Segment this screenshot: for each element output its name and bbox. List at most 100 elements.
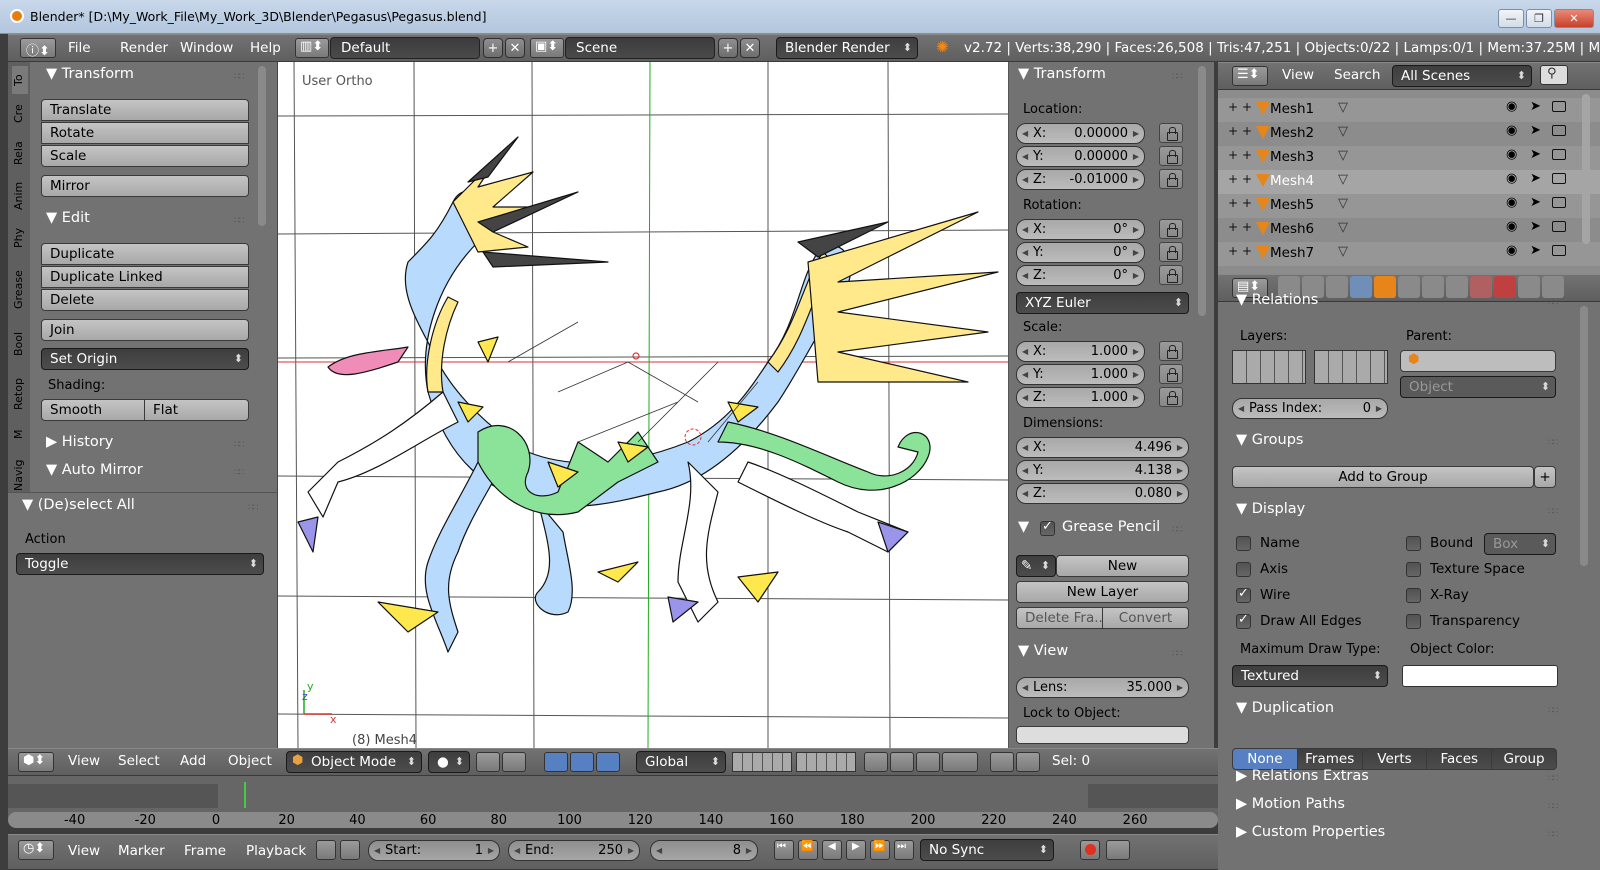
expand-icon[interactable]: + [1228,100,1238,114]
outliner-item-name[interactable]: Mesh6 [1270,221,1314,237]
duplication-option-faces[interactable]: Faces [1426,748,1493,770]
lock-rotation-y-icon[interactable] [1159,242,1183,262]
expand-icon[interactable]: + [1242,124,1252,138]
duplication-option-none[interactable]: None [1232,748,1298,770]
tab-tools[interactable]: To [12,66,28,94]
physics-tab-icon[interactable] [1542,276,1564,298]
menu-file[interactable]: File [68,35,91,61]
tab-animation[interactable]: Anim [12,176,28,216]
timeline-menu-marker[interactable]: Marker [118,838,165,866]
display-header[interactable]: ▼ Display [1236,501,1305,517]
rotation-mode-dropdown[interactable]: XYZ Euler [1016,292,1189,314]
mesh-data-icon[interactable]: ▽ [1338,220,1348,235]
outliner-row[interactable]: + + Mesh4 ▽ ◉ ➤ [1228,170,1570,194]
lock-scale-y-icon[interactable] [1159,364,1183,384]
flat-button[interactable]: Flat [144,399,249,421]
tab-grease-pencil[interactable]: Grease [12,262,28,318]
duplication-option-group[interactable]: Group [1491,748,1557,770]
menu-object[interactable]: Object [228,748,272,776]
render-engine-dropdown[interactable]: Blender Render [776,37,918,59]
mesh-data-icon[interactable]: ▽ [1338,100,1348,115]
x-ray-checkbox[interactable] [1406,588,1421,603]
remove-scene-button[interactable]: ✕ [740,38,760,58]
viewport-canvas[interactable] [278,62,1008,748]
selectable-cursor-icon[interactable]: ➤ [1530,171,1541,186]
texture-tab-icon[interactable] [1494,276,1516,298]
menu-add[interactable]: Add [180,748,206,776]
selectable-cursor-icon[interactable]: ➤ [1530,147,1541,162]
properties-scrollbar[interactable] [1580,306,1588,566]
toolshelf-scrollbar[interactable] [258,66,266,226]
location-z-field[interactable]: ◀ Z: -0.01000 ▶ [1016,169,1145,190]
smooth-button[interactable]: Smooth [41,399,145,421]
orientation-dropdown[interactable]: Global [636,751,726,773]
history-section-header[interactable]: ▶ History [46,434,113,450]
object-layers-grid-1[interactable] [1232,350,1306,384]
menu-view[interactable]: View [68,748,100,776]
npanel-scrollbar[interactable] [1198,66,1206,316]
selectable-cursor-icon[interactable]: ➤ [1530,219,1541,234]
npanel-transform-header[interactable]: ▼ Transform [1018,66,1106,82]
expand-icon[interactable]: + [1228,196,1238,210]
object-layers-grid-2[interactable] [1314,350,1388,384]
mode-dropdown[interactable]: Object Mode [286,751,422,773]
opengl-render-icon[interactable] [1016,752,1040,772]
renderable-camera-icon[interactable] [1552,149,1566,160]
current-frame-marker[interactable] [244,782,246,808]
operator-section-header[interactable]: ▼ (De)select All [22,497,135,513]
scale-y-field[interactable]: ◀ Y: 1.000 ▶ [1016,364,1145,385]
sync-dropdown[interactable]: No Sync [920,839,1054,861]
motion-paths-header[interactable]: ▶ Motion Paths [1236,796,1345,812]
expand-icon[interactable]: + [1228,148,1238,162]
lock-camera-icon[interactable] [864,752,888,772]
expand-icon[interactable]: + [1242,196,1252,210]
menu-help[interactable]: Help [250,35,281,61]
dimensions-y-field[interactable]: ◀ Y: 4.138 ▶ [1016,460,1189,481]
mesh-data-icon[interactable]: ▽ [1338,148,1348,163]
outliner-item-name[interactable]: Mesh1 [1270,101,1314,117]
layout-icon[interactable]: ▥⬍ [295,38,329,58]
panel-grip-icon[interactable]: ∷∷ [234,216,245,226]
timeline-menu-playback[interactable]: Playback [246,838,306,866]
menu-window[interactable]: Window [180,35,233,61]
duplicate-linked-button[interactable]: Duplicate Linked [41,266,249,288]
constraints-tab-icon[interactable] [1398,276,1420,298]
mesh-data-icon[interactable]: ▽ [1338,244,1348,259]
panel-grip-icon[interactable]: ∷∷ [1548,830,1559,840]
pass-index-field[interactable]: ◀ Pass Index: 0 ▶ [1232,398,1388,419]
jump-start-icon[interactable]: ⏮ [774,840,794,860]
rotation-z-field[interactable]: ◀ Z: 0° ▶ [1016,265,1145,286]
tab-retopo[interactable]: Retop [12,370,28,418]
jump-keyframe-forward-icon[interactable]: ⏩ [870,840,890,860]
relations-extras-header[interactable]: ▶ Relations Extras [1236,768,1369,784]
dimensions-z-field[interactable]: ◀ Z: 0.080 ▶ [1016,483,1189,504]
layers-grid-1[interactable] [732,752,792,772]
menu-select[interactable]: Select [118,748,160,776]
timeline-menu-frame[interactable]: Frame [184,838,226,866]
scene-tab-icon[interactable] [1326,276,1348,298]
play-reverse-icon[interactable]: ◀ [822,840,842,860]
jump-end-icon[interactable]: ⏭ [894,840,914,860]
lock-location-x-icon[interactable] [1159,123,1183,143]
expand-icon[interactable]: + [1242,100,1252,114]
expand-icon[interactable]: + [1228,124,1238,138]
outliner-scrollbar[interactable] [1582,94,1590,244]
rotation-x-field[interactable]: ◀ X: 0° ▶ [1016,219,1145,240]
rotation-y-field[interactable]: ◀ Y: 0° ▶ [1016,242,1145,263]
name-checkbox[interactable] [1236,536,1251,551]
parent-field[interactable] [1400,350,1556,372]
mesh-data-icon[interactable]: ▽ [1338,196,1348,211]
renderable-camera-icon[interactable] [1552,173,1566,184]
info-editor-icon[interactable]: ⓘ⬍ [20,38,56,59]
bound-checkbox[interactable] [1406,536,1421,551]
panel-grip-icon[interactable]: ∷∷ [1548,774,1559,784]
timeline-editor-icon[interactable]: ◷⬍ [18,840,54,860]
convert-button[interactable]: Convert [1102,607,1189,629]
edit-section-header[interactable]: ▼ Edit [46,210,90,226]
tab-relations[interactable]: Rela [12,134,28,172]
visibility-eye-icon[interactable]: ◉ [1506,99,1517,114]
panel-grip-icon[interactable]: ∷∷ [1172,72,1183,82]
outliner-item-name[interactable]: Mesh4 [1270,173,1314,189]
visibility-eye-icon[interactable]: ◉ [1506,171,1517,186]
transform-section-header[interactable]: ▼ Transform [46,66,134,82]
